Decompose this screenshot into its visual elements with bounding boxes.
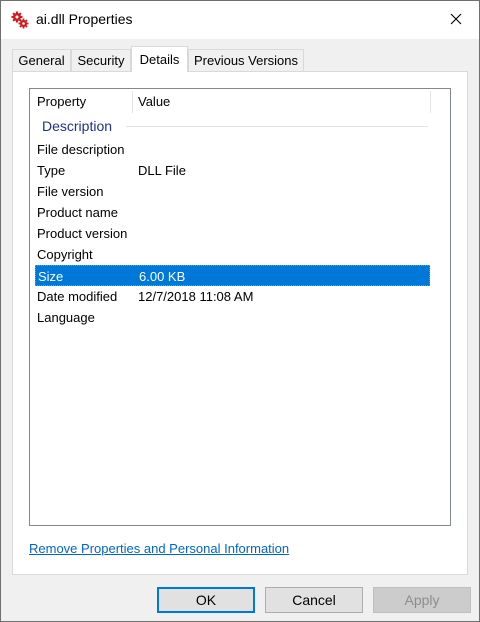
tab-previous-versions[interactable]: Previous Versions xyxy=(188,49,304,71)
table-row[interactable]: Product version xyxy=(35,223,430,244)
window-title: ai.dll Properties xyxy=(36,11,133,27)
properties-dialog: ai.dll Properties General Security Detai… xyxy=(0,0,480,622)
property-name: Product name xyxy=(37,205,118,220)
property-name: Copyright xyxy=(37,247,93,262)
column-header-value[interactable]: Value xyxy=(138,94,170,109)
button-label: Apply xyxy=(404,592,440,608)
tab-label: Details xyxy=(139,52,180,67)
property-name: File version xyxy=(37,184,104,199)
table-row[interactable]: File description xyxy=(35,139,430,160)
remove-properties-link[interactable]: Remove Properties and Personal Informati… xyxy=(29,541,289,556)
tab-label: General xyxy=(18,53,65,68)
title-bar: ai.dll Properties xyxy=(1,1,479,39)
property-name: Size xyxy=(38,269,64,284)
cancel-button[interactable]: Cancel xyxy=(265,587,363,613)
close-icon xyxy=(450,13,462,28)
column-divider[interactable] xyxy=(430,91,431,113)
property-name: Type xyxy=(37,163,66,178)
gears-icon xyxy=(11,11,29,29)
column-divider[interactable] xyxy=(132,91,133,113)
details-list[interactable]: Property Value Description File descript… xyxy=(29,88,451,526)
tab-label: Previous Versions xyxy=(193,53,299,68)
property-value: DLL File xyxy=(138,163,186,178)
property-name: File description xyxy=(37,142,125,157)
table-row[interactable]: Type DLL File xyxy=(35,160,430,181)
column-header-property[interactable]: Property xyxy=(37,94,86,109)
ok-button[interactable]: OK xyxy=(157,587,255,613)
table-row[interactable]: File version xyxy=(35,181,430,202)
tab-general[interactable]: General xyxy=(12,49,71,71)
list-header: Property Value xyxy=(30,89,450,115)
table-row[interactable]: Date modified 12/7/2018 11:08 AM xyxy=(35,286,430,307)
button-label: OK xyxy=(195,592,217,608)
property-name: Language xyxy=(37,310,95,325)
table-row-selected[interactable]: Size 6.00 KB xyxy=(35,265,430,286)
tab-security[interactable]: Security xyxy=(71,49,131,71)
table-row[interactable]: Product name xyxy=(35,202,430,223)
table-row[interactable]: Language xyxy=(35,307,430,328)
apply-button[interactable]: Apply xyxy=(373,587,471,613)
property-value: 12/7/2018 11:08 AM xyxy=(138,289,254,304)
table-row[interactable]: Copyright xyxy=(35,244,430,265)
details-panel: Property Value Description File descript… xyxy=(12,71,468,575)
property-name: Date modified xyxy=(37,289,118,304)
close-button[interactable] xyxy=(433,1,479,39)
group-divider xyxy=(126,126,428,127)
tab-label: Security xyxy=(77,53,125,68)
tab-details[interactable]: Details xyxy=(131,46,188,72)
property-name: Product version xyxy=(37,226,128,241)
group-header-description: Description xyxy=(42,118,113,134)
button-label: Cancel xyxy=(292,592,336,608)
property-value: 6.00 KB xyxy=(139,269,186,284)
